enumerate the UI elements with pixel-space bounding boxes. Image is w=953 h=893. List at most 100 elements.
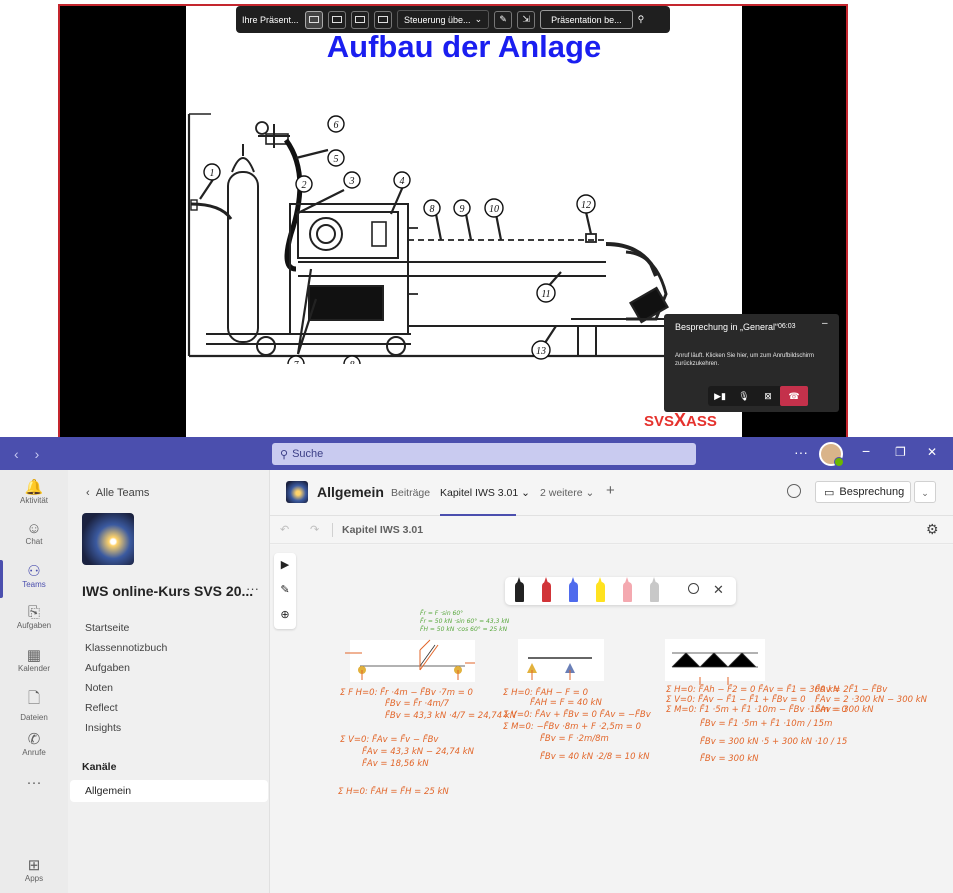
pin-icon[interactable]: ⚲	[638, 14, 645, 25]
tab-kapitel[interactable]: Kapitel IWS 3.01 ⌄	[440, 487, 530, 499]
note-green-1: F̄r = F ·sin 60°	[420, 610, 463, 617]
link-klassennotizbuch[interactable]: Klassennotizbuch	[85, 642, 167, 654]
ink-line: F̄Bv = 43,3 kN ·4/7 = 24,74 kN	[385, 709, 517, 721]
svs-ass-logo: SVSXASS	[644, 410, 717, 430]
link-insights[interactable]: Insights	[85, 722, 121, 734]
callout-8: 8	[350, 360, 355, 364]
share-letterbox-left	[58, 4, 186, 437]
presentation-slide: Aufbau der Anlage 1 6 5 3 4 8 9 10 12 11…	[186, 4, 742, 437]
maximize-button[interactable]: ❐	[895, 445, 906, 459]
channel-allgemein[interactable]: Allgemein	[70, 780, 268, 802]
back-forward-icons[interactable]: ‹›	[14, 446, 55, 462]
control-dropdown[interactable]: Steuerung übe... ⌄	[397, 10, 490, 29]
ink-line: Σ V=0: F̄Av + F̄Bv = 0 F̄Av = −F̄Bv	[503, 708, 652, 720]
mic-off-icon[interactable]: 🎙	[732, 386, 756, 406]
settings-more-button[interactable]: ···	[794, 444, 808, 460]
callout-6: 6	[334, 120, 339, 131]
ink-line: F̄Av = 2F̄1 − F̄Bv	[815, 683, 888, 695]
channels-heading: Kanäle	[82, 761, 117, 773]
ink-text: Σ F H=0: F̄r ·4m − F̄Bv ·7m = 0 F̄Bv = F…	[338, 683, 928, 797]
rail-chat[interactable]: ☺ Chat	[0, 516, 68, 558]
rail-apps[interactable]: ⊞ Apps	[0, 852, 68, 893]
ink-line: F̄Bv = 300 kN	[700, 752, 759, 764]
rail-more[interactable]: ···	[0, 770, 68, 812]
whiteboard-canvas[interactable]: ▶ ✎ ⊕ ✕ F̄r = F ·sin 60° F̄r = 50 kN ·si…	[270, 545, 953, 893]
rail-calls[interactable]: ✆ Anrufe	[0, 726, 68, 768]
callout-8-top: 8	[430, 204, 435, 215]
title-bar: ‹› ⚲ Suche ··· − ❐ ✕	[0, 437, 953, 470]
chevron-down-icon: ⌄	[521, 487, 530, 499]
link-aufgaben[interactable]: Aufgaben	[85, 662, 130, 674]
all-teams-link[interactable]: ‹ Alle Teams	[86, 487, 149, 499]
chevron-down-icon: ⌄	[921, 488, 929, 498]
call-timer: 06:03	[778, 323, 796, 330]
tab-beitraege[interactable]: Beiträge	[391, 487, 430, 499]
presenter-toolbar: Ihre Präsent... Steuerung übe... ⌄ ✎ ⇲ Pr…	[236, 6, 670, 33]
call-title: Besprechung in „General“	[675, 322, 779, 332]
ink-line: F̄Av = 2 ·300 kN − 300 kN	[815, 693, 928, 705]
video-camera-icon: ▭	[824, 486, 835, 499]
meeting-dropdown[interactable]: ⌄	[914, 481, 936, 503]
link-noten[interactable]: Noten	[85, 682, 113, 694]
callout-1: 1	[210, 168, 215, 179]
rail-teams[interactable]: ⚇ Teams	[0, 558, 68, 600]
camera-off-icon[interactable]: ▶▮	[708, 386, 732, 406]
view-pip-icon[interactable]	[351, 10, 369, 29]
callout-12: 12	[581, 200, 591, 211]
assignments-icon: ⎘	[27, 604, 40, 621]
team-name[interactable]: IWS online-Kurs SVS 20...	[82, 583, 253, 599]
team-panel: ‹ Alle Teams IWS online-Kurs SVS 20... ·…	[68, 470, 270, 893]
minimize-call-button[interactable]: –	[822, 318, 828, 329]
laser-pointer-icon[interactable]: ⇲	[517, 10, 536, 29]
share-screen-icon[interactable]: ⊠	[756, 386, 780, 406]
phone-icon: ✆	[27, 731, 41, 748]
chevron-down-icon: ⌄	[585, 487, 595, 499]
team-more-button[interactable]: ···	[246, 581, 259, 596]
ink-line: F̄Bv = F ·2m/8m	[540, 732, 609, 744]
rail-assignments[interactable]: ⎘ Aufgaben	[0, 600, 68, 642]
whiteboard-bar: ↶ ↷ Kapitel IWS 3.01 ⚙	[270, 516, 953, 544]
tab-more[interactable]: 2 weitere ⌄	[540, 487, 594, 499]
ink-line: Σ H=0: F̄Ah − F̄2 = 0 F̄Av = F̄1 = 300 k…	[666, 683, 840, 695]
shared-screen[interactable]: Aufbau der Anlage 1 6 5 3 4 8 9 10 12 11…	[0, 0, 953, 437]
search-input[interactable]: ⚲ Suche	[272, 443, 696, 465]
handwritten-ink: F̄r = F ·sin 60° F̄r = 50 kN ·sin 60° = …	[338, 610, 928, 797]
callout-13: 13	[536, 346, 546, 357]
gear-icon[interactable]: ⚙	[926, 521, 939, 538]
chat-icon: ☺	[26, 520, 42, 537]
hang-up-icon[interactable]: ☎	[780, 386, 808, 406]
ink-line: F̄Av = 300 kN	[815, 703, 874, 715]
minimize-button[interactable]: −	[862, 443, 870, 459]
annotate-pen-icon[interactable]: ✎	[494, 10, 513, 29]
ink-line: Σ V=0: F̄Av − F̄1 − F̄1 + F̄Bv = 0	[666, 693, 806, 705]
view-reporter-icon[interactable]	[374, 10, 392, 29]
view-fullscreen-icon[interactable]	[305, 10, 323, 29]
stop-presenting-button[interactable]: Präsentation be...	[540, 10, 633, 29]
app-rail: 🔔 Aktivität ☺ Chat ⚇ Teams ⎘ Aufgaben ▦ Kalen…	[0, 470, 68, 893]
callout-9: 9	[460, 204, 465, 215]
conversation-icon[interactable]	[787, 484, 801, 498]
whiteboard-title: Kapitel IWS 3.01	[342, 524, 424, 536]
meeting-button[interactable]: ▭ Besprechung	[815, 481, 911, 503]
ink-line: F̄Bv = 40 kN ·2/8 = 10 kN	[540, 750, 650, 762]
redo-icon[interactable]: ↷	[310, 523, 319, 536]
avatar[interactable]	[819, 442, 844, 467]
ink-line: Σ H=0: F̄AH = F̄H = 25 kN	[338, 785, 449, 797]
callout-4: 4	[400, 176, 405, 187]
rail-calendar[interactable]: ▦ Kalender	[0, 642, 68, 684]
call-controls: ▶▮ 🎙 ⊠ ☎	[708, 386, 808, 406]
undo-icon[interactable]: ↶	[280, 523, 289, 536]
bell-icon: 🔔	[24, 479, 44, 496]
teams-icon: ⚇	[27, 563, 41, 580]
close-button[interactable]: ✕	[927, 445, 937, 459]
rail-activity[interactable]: 🔔 Aktivität	[0, 474, 68, 516]
link-startseite[interactable]: Startseite	[85, 622, 129, 634]
call-message[interactable]: Anruf läuft. Klicken Sie hier, um zum An…	[675, 352, 835, 368]
call-popup[interactable]: Besprechung in „General“ 06:03 – Anruf l…	[664, 314, 839, 412]
view-sidebyside-icon[interactable]	[328, 10, 346, 29]
channel-main: Allgemein Beiträge Kapitel IWS 3.01 ⌄ 2 …	[270, 470, 953, 893]
add-tab-button[interactable]: +	[606, 482, 615, 499]
link-reflect[interactable]: Reflect	[85, 702, 118, 714]
callout-11: 11	[541, 289, 550, 300]
rail-files[interactable]: 🗋 Dateien	[0, 684, 68, 726]
